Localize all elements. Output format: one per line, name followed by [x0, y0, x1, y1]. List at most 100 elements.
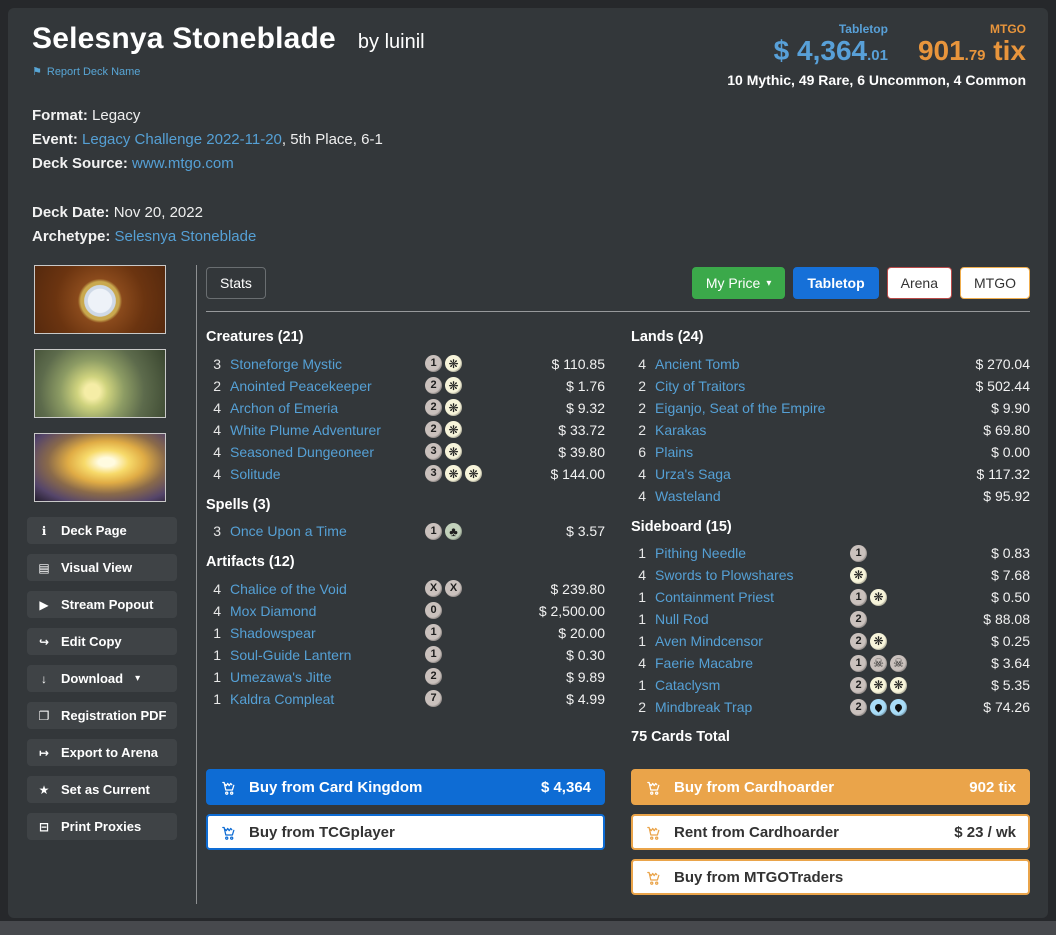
stoneforge-mystic-art[interactable]: [34, 349, 166, 418]
card-price: $ 110.85: [517, 356, 605, 372]
buy-button-buy-from-cardhoarder[interactable]: Buy from Cardhoarder902 tix: [631, 769, 1030, 805]
card-row: 1Aven Mindcensor2❋$ 0.25: [631, 631, 1030, 652]
mana-green-icon: ♣: [445, 523, 462, 540]
report-deck-name-link[interactable]: ⚑ Report Deck Name: [32, 65, 140, 78]
card-name-link[interactable]: Swords to Plowshares: [655, 567, 850, 583]
deck-source-link[interactable]: www.mtgo.com: [132, 155, 234, 172]
card-name-link[interactable]: Stoneforge Mystic: [230, 356, 425, 372]
mana-generic-icon: 1: [850, 655, 867, 672]
mana-cost: 1❋: [425, 355, 517, 372]
mana-generic-icon: 7: [425, 690, 442, 707]
deck-header: Selesnya Stoneblade by luinil ⚑ Report D…: [8, 8, 1048, 88]
section-title: Artifacts (12): [206, 554, 605, 570]
tab-mtgo[interactable]: MTGO: [960, 267, 1030, 299]
deck-page-panel: Selesnya Stoneblade by luinil ⚑ Report D…: [8, 8, 1048, 918]
card-name-link[interactable]: Chalice of the Void: [230, 581, 425, 597]
buy-button-buy-from-card-kingdom[interactable]: Buy from Card Kingdom$ 4,364: [206, 769, 605, 805]
card-name-link[interactable]: Archon of Emeria: [230, 400, 425, 416]
sidebar-button-set-as-current[interactable]: ★Set as Current: [27, 776, 177, 803]
card-row: 4Urza's Saga$ 117.32: [631, 463, 1030, 484]
rarity-summary: 10 Mythic, 49 Rare, 6 Uncommon, 4 Common: [727, 72, 1026, 88]
card-price: $ 2,500.00: [517, 603, 605, 619]
card-name-link[interactable]: Mox Diamond: [230, 603, 425, 619]
card-name-link[interactable]: Mindbreak Trap: [655, 699, 850, 715]
card-name-link[interactable]: Anointed Peacekeeper: [230, 378, 425, 394]
buy-button-buy-from-mtgotraders[interactable]: Buy from MTGOTraders: [631, 859, 1030, 895]
sidebar-actions: ℹDeck Page ▤Visual View ▶Stream Popout ↪Edi…: [18, 517, 190, 840]
card-name-link[interactable]: Null Rod: [655, 611, 850, 627]
card-price: $ 144.00: [517, 466, 605, 482]
mtgo-price-label: MTGO: [918, 22, 1026, 36]
sidebar-button-print-proxies[interactable]: ⊟Print Proxies: [27, 813, 177, 840]
card-name-link[interactable]: Karakas: [655, 422, 850, 438]
deck-title: Selesnya Stoneblade: [32, 22, 336, 56]
card-name-link[interactable]: Eiganjo, Seat of the Empire: [655, 400, 850, 416]
card-quantity: 2: [206, 378, 221, 394]
card-name-link[interactable]: Wasteland: [655, 488, 850, 504]
card-name-link[interactable]: Faerie Macabre: [655, 655, 850, 671]
card-name-link[interactable]: Once Upon a Time: [230, 523, 425, 539]
mana-generic-icon: 2: [425, 399, 442, 416]
card-name-link[interactable]: Urza's Saga: [655, 466, 850, 482]
event-link[interactable]: Legacy Challenge 2022-11-20: [82, 131, 282, 148]
mana-cost: 3❋: [425, 443, 517, 460]
card-name-link[interactable]: Plains: [655, 444, 850, 460]
card-name-link[interactable]: Soul-Guide Lantern: [230, 647, 425, 663]
card-name-link[interactable]: Ancient Tomb: [655, 356, 850, 372]
cart-icon: [645, 779, 662, 796]
mtgo-price-block: MTGO 901.79 tix: [918, 22, 1026, 67]
card-name-link[interactable]: City of Traitors: [655, 378, 850, 394]
card-name-link[interactable]: Shadowspear: [230, 625, 425, 641]
sidebar-button-edit-copy[interactable]: ↪Edit Copy: [27, 628, 177, 655]
mox-diamond-art[interactable]: [34, 265, 166, 334]
star-icon: ★: [37, 783, 51, 797]
mtgo-price: 901.79 tix: [918, 35, 1026, 66]
card-quantity: 4: [631, 488, 646, 504]
buy-button-buy-from-tcgplayer[interactable]: Buy from TCGplayer: [206, 814, 605, 850]
card-price: $ 9.89: [517, 669, 605, 685]
mana-cost: 2❋: [425, 421, 517, 438]
card-name-link[interactable]: Seasoned Dungeoneer: [230, 444, 425, 460]
sidebar-button-export-to-arena[interactable]: ↦Export to Arena: [27, 739, 177, 766]
sidebar-button-deck-page[interactable]: ℹDeck Page: [27, 517, 177, 544]
archetype-link[interactable]: Selesnya Stoneblade: [115, 228, 257, 245]
sidebar-button-stream-popout[interactable]: ▶Stream Popout: [27, 591, 177, 618]
card-name-link[interactable]: Pithing Needle: [655, 545, 850, 561]
buy-button-rent-from-cardhoarder[interactable]: Rent from Cardhoarder$ 23 / wk: [631, 814, 1030, 850]
stats-button[interactable]: Stats: [206, 267, 266, 299]
my-price-button[interactable]: My Price▾: [692, 267, 785, 299]
card-name-link[interactable]: Containment Priest: [655, 589, 850, 605]
sidebar-button-visual-view[interactable]: ▤Visual View: [27, 554, 177, 581]
card-price: $ 3.57: [517, 523, 605, 539]
card-name-link[interactable]: Aven Mindcensor: [655, 633, 850, 649]
sidebar-button-download[interactable]: ↓Download▾: [27, 665, 177, 692]
card-name-link[interactable]: Umezawa's Jitte: [230, 669, 425, 685]
card-quantity: 1: [631, 677, 646, 693]
card-row: 2Eiganjo, Seat of the Empire$ 9.90: [631, 397, 1030, 418]
mana-black-icon: ☠: [870, 655, 887, 672]
card-quantity: 3: [206, 356, 221, 372]
sidebar-button-label: Stream Popout: [61, 597, 153, 612]
tab-tabletop[interactable]: Tabletop: [793, 267, 878, 299]
sidebar-button-label: Registration PDF: [61, 708, 166, 723]
card-name-link[interactable]: Cataclysm: [655, 677, 850, 693]
lightning-art[interactable]: [34, 433, 166, 502]
mana-generic-icon: 3: [425, 465, 442, 482]
card-quantity: 3: [206, 523, 221, 539]
mana-cost: 2: [850, 699, 942, 716]
card-name-link[interactable]: Kaldra Compleat: [230, 691, 425, 707]
card-price: $ 0.25: [942, 633, 1030, 649]
buy-button-label: Buy from MTGOTraders: [674, 869, 1016, 886]
card-row: 3Once Upon a Time1♣$ 3.57: [206, 521, 605, 542]
card-name-link[interactable]: White Plume Adventurer: [230, 422, 425, 438]
toolbar-divider: [206, 311, 1030, 312]
sidebar-button-registration-pdf[interactable]: ❐Registration PDF: [27, 702, 177, 729]
mana-generic-icon: 2: [850, 633, 867, 650]
mana-white-icon: ❋: [850, 567, 867, 584]
tab-arena[interactable]: Arena: [887, 267, 952, 299]
card-name-link[interactable]: Solitude: [230, 466, 425, 482]
flag-icon: ⚑: [32, 65, 42, 78]
mana-white-icon: ❋: [445, 421, 462, 438]
mana-generic-icon: 2: [425, 668, 442, 685]
mana-generic-icon: 3: [425, 443, 442, 460]
